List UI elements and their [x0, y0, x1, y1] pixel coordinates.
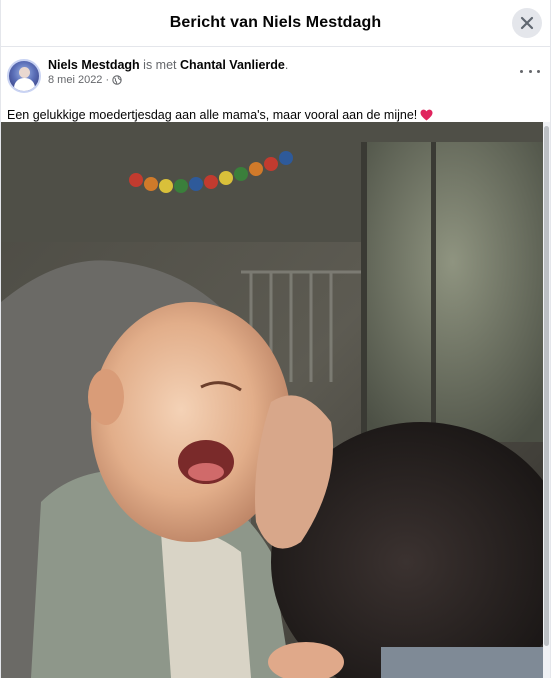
avatar-body	[14, 78, 35, 91]
close-icon	[520, 16, 534, 30]
tagged-suffix: .	[284, 58, 289, 72]
close-button[interactable]	[512, 8, 542, 38]
more-options-button[interactable]	[520, 65, 540, 77]
more-dot-icon	[520, 69, 523, 73]
scrollbar-thumb[interactable]	[544, 126, 549, 646]
post-date-link[interactable]: 8 mei 2022	[48, 74, 102, 86]
tagged-person-link[interactable]: Chantal Vanlierde	[180, 58, 285, 72]
author-name-link[interactable]: Niels Mestdagh	[48, 58, 140, 72]
date-line: 8 mei 2022 ·	[48, 74, 288, 86]
dialog-title: Bericht van Niels Mestdagh	[169, 14, 382, 31]
author-line: Niels Mestdagh is met Chantal Vanlierde.	[48, 57, 288, 73]
scrollbar[interactable]	[543, 122, 550, 678]
post-meta: Niels Mestdagh is met Chantal Vanlierde.…	[48, 57, 288, 86]
more-dot-icon	[528, 69, 532, 73]
post-photo[interactable]	[1, 122, 544, 678]
post-dialog: Bericht van Niels Mestdagh Niels Mestdag…	[0, 0, 551, 678]
avatar-head	[19, 67, 30, 78]
more-dot-icon	[537, 69, 540, 73]
photo-image	[1, 122, 544, 678]
red-heart-icon	[420, 109, 433, 121]
globe-icon[interactable]	[112, 75, 122, 85]
with-text: is met	[139, 58, 180, 72]
avatar[interactable]	[7, 59, 41, 93]
date-separator: ·	[105, 74, 110, 86]
post-header: Niels Mestdagh is met Chantal Vanlierde.…	[1, 47, 550, 99]
post-message: Een gelukkige moedertjesdag aan alle mam…	[7, 108, 418, 122]
dialog-header: Bericht van Niels Mestdagh	[1, 0, 550, 47]
